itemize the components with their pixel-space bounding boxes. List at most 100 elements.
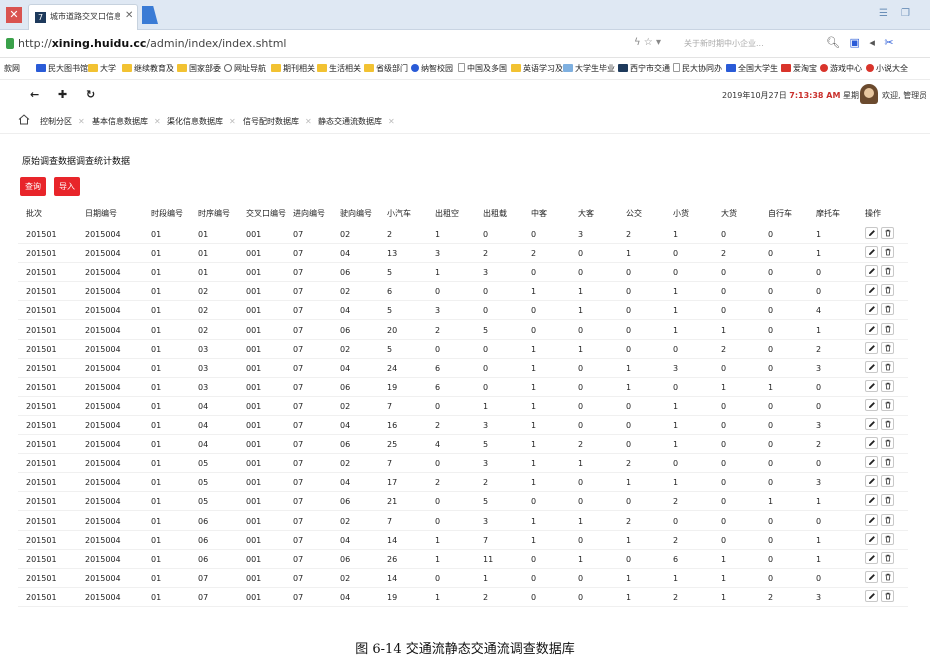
bookmark-folder[interactable]: 国家部委 (177, 63, 221, 74)
edit-button[interactable] (865, 532, 878, 545)
edit-button[interactable] (865, 513, 878, 526)
extension-icon[interactable]: ▣ (849, 36, 859, 49)
subtab-survey-stats[interactable]: 调查统计数据 (76, 154, 130, 167)
delete-button[interactable] (881, 246, 894, 259)
bookmark-item[interactable]: 大学生毕业 (563, 63, 615, 74)
delete-button[interactable] (881, 513, 894, 526)
bookmark-item[interactable]: 纳智校园 (411, 63, 453, 74)
bookmark-folder[interactable]: 继续教育及 (122, 63, 174, 74)
edit-button[interactable] (865, 551, 878, 564)
bookmark-item[interactable]: 西宁市交通 (618, 63, 670, 74)
edit-button[interactable] (865, 437, 878, 450)
edit-button[interactable] (865, 475, 878, 488)
bookmark-folder[interactable]: 英语学习及 (511, 63, 563, 74)
bookmark-folder[interactable]: 省级部门 (364, 63, 408, 74)
bookmark-item[interactable]: 民大图书馆 (36, 63, 88, 74)
page-icon (458, 63, 465, 72)
star-icon[interactable]: ☆ (644, 37, 653, 48)
tab-basic-info[interactable]: 基本信息数据库 ✕ (92, 116, 161, 127)
delete-button[interactable] (881, 437, 894, 450)
delete-button[interactable] (881, 303, 894, 316)
subtab-raw-survey[interactable]: 原始调查数据 (22, 154, 76, 167)
delete-button[interactable] (881, 456, 894, 469)
home-icon[interactable] (18, 114, 30, 125)
delete-button[interactable] (881, 284, 894, 297)
search-icon[interactable]: 🔍︎ (826, 36, 840, 49)
table-cell: 2015004 (85, 382, 121, 392)
edit-button[interactable] (865, 570, 878, 583)
delete-button[interactable] (881, 494, 894, 507)
delete-button[interactable] (881, 379, 894, 392)
edit-button[interactable] (865, 341, 878, 354)
back-arrow-icon[interactable]: ← (30, 88, 39, 101)
edit-button[interactable] (865, 265, 878, 278)
delete-button[interactable] (881, 360, 894, 373)
edit-button[interactable] (865, 246, 878, 259)
trash-icon (885, 401, 891, 409)
edit-button[interactable] (865, 360, 878, 373)
delete-button[interactable] (881, 341, 894, 354)
edit-button[interactable] (865, 456, 878, 469)
import-button[interactable]: 导入 (54, 177, 80, 196)
delete-button[interactable] (881, 570, 894, 583)
edit-button[interactable] (865, 303, 878, 316)
back-arrow-icon[interactable]: ◂ (869, 36, 875, 49)
delete-button[interactable] (881, 551, 894, 564)
url-field[interactable]: http://xining.huidu.cc/admin/index/index… (18, 37, 286, 50)
bookmark-item[interactable]: 爱淘宝 (781, 63, 817, 74)
bookmark-item[interactable]: 中国及多国 (458, 63, 507, 74)
new-tab-button[interactable] (142, 6, 158, 24)
avatar[interactable] (860, 84, 878, 104)
delete-button[interactable] (881, 227, 894, 239)
bookmark-item[interactable]: 网址导航 (224, 63, 266, 74)
menu-icon[interactable]: ☰ (879, 8, 888, 19)
edit-button[interactable] (865, 379, 878, 392)
table-cell: 01 (151, 478, 162, 488)
delete-button[interactable] (881, 398, 894, 411)
table-cell: 201501 (26, 459, 57, 469)
bookmark-item[interactable]: 小说大全 (866, 63, 908, 74)
bookmark-folder[interactable]: 大学 (88, 63, 116, 74)
chevron-down-icon[interactable]: ▾ (656, 37, 661, 48)
edit-button[interactable] (865, 398, 878, 411)
delete-button[interactable] (881, 418, 894, 430)
bookmark-item[interactable]: 全国大学生 (726, 63, 778, 74)
table-cell: 3 (435, 306, 441, 316)
edit-button[interactable] (865, 227, 878, 239)
scissors-icon[interactable]: ✂ (884, 36, 893, 49)
query-button[interactable]: 查询 (20, 177, 46, 196)
browser-tab[interactable]: 7 城市道路交叉口信息采集 ✕ (28, 4, 138, 30)
delete-button[interactable] (881, 475, 894, 488)
edit-button[interactable] (865, 322, 878, 335)
edit-button[interactable] (865, 494, 878, 507)
tab-control-zones[interactable]: 控制分区 ✕ (40, 116, 85, 127)
bookmark-folder[interactable]: 期刊相关 (271, 63, 315, 74)
delete-button[interactable] (881, 265, 894, 278)
refresh-icon[interactable]: ↻ (86, 88, 95, 101)
edit-button[interactable] (865, 589, 878, 602)
tab-close-icon[interactable]: ✕ (125, 10, 133, 21)
table-cell: 02 (340, 287, 351, 297)
tab-static-traffic[interactable]: 静态交通流数据库 ✕ (318, 116, 395, 127)
delete-button[interactable] (881, 322, 894, 335)
trash-icon (885, 344, 891, 351)
browser-search-input[interactable]: 关于新时期中小企业... (680, 35, 810, 52)
welcome-text[interactable]: 欢迎, 管理员 (882, 90, 926, 101)
edit-button[interactable] (865, 418, 878, 430)
delete-button[interactable] (881, 532, 894, 545)
table-cell: 06 (198, 554, 209, 564)
lightning-icon[interactable]: ϟ (634, 37, 641, 48)
close-icon[interactable]: ✕ (6, 7, 22, 23)
bookmark-folder[interactable]: 生活相关 (317, 63, 361, 74)
tab-signal-timing[interactable]: 信号配时数据库 ✕ (243, 116, 312, 127)
bookmark-item[interactable]: 游戏中心 (820, 63, 862, 74)
tab-channelization[interactable]: 渠化信息数据库 ✕ (167, 116, 236, 127)
table-cell: 1 (673, 440, 679, 450)
bookmark-item[interactable]: 民大协同办 (673, 63, 722, 74)
delete-button[interactable] (881, 589, 894, 602)
bookmark-item[interactable]: 款网 (4, 63, 20, 74)
target-icon[interactable]: ✚ (58, 88, 67, 101)
table-cell: 0 (531, 497, 537, 507)
window-restore-icon[interactable]: ❐ (901, 8, 910, 19)
edit-button[interactable] (865, 284, 878, 297)
